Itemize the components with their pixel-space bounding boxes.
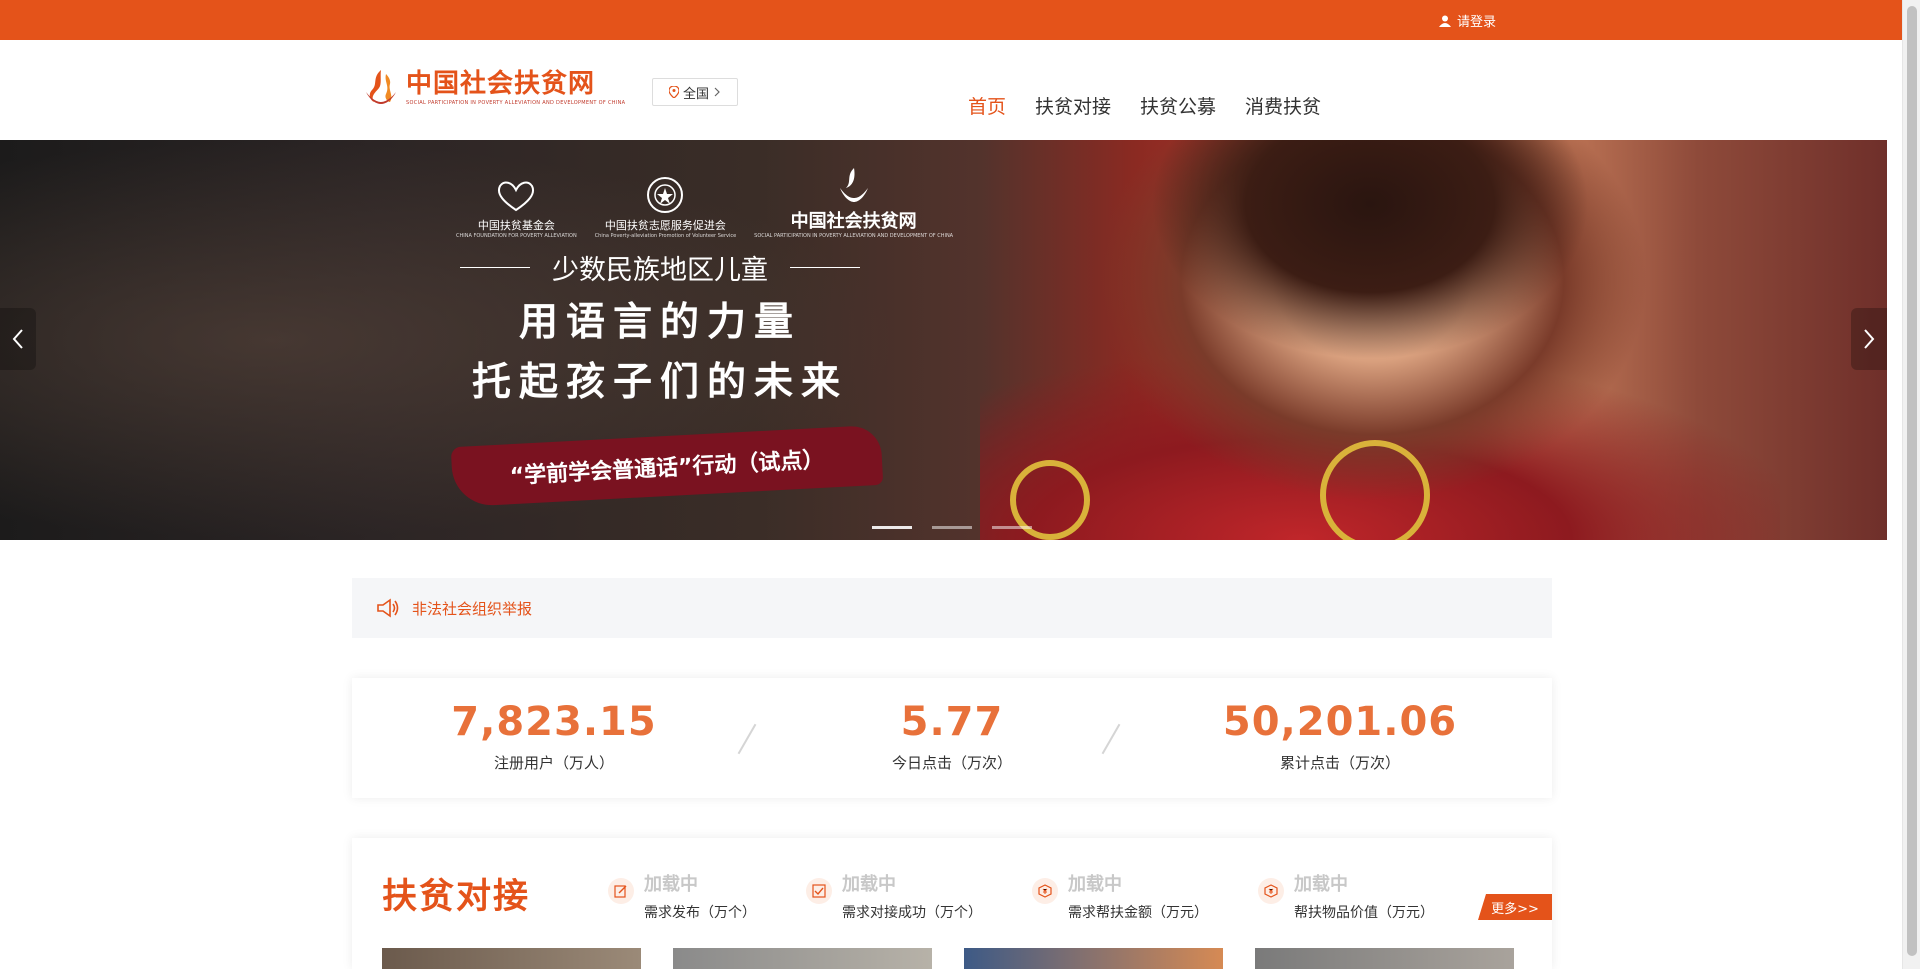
notice-bar: 非法社会组织举报 <box>352 578 1552 638</box>
stat-total-clicks: 50,201.06 累计点击（万次） <box>1160 698 1520 773</box>
hero-carousel[interactable]: 中国扶贫基金会 CHINA FOUNDATION FOR POVERTY ALL… <box>0 140 1887 540</box>
carousel-dot-1[interactable] <box>872 526 912 529</box>
more-button[interactable]: 更多>> <box>1478 894 1552 920</box>
page-scrollbar[interactable] <box>1902 0 1920 969</box>
poverty-matching-section: 扶贫对接 加载中需求发布（万个） 加载中需求对接成功（万个） 加载中需求帮扶金额… <box>352 838 1552 969</box>
banner-headline: 少数民族地区儿童 用语言的力量 托起孩子们的未来 <box>440 248 880 407</box>
stat-label: 累计点击（万次） <box>1279 754 1400 772</box>
org-logo-network: 中国社会扶贫网 SOCIAL PARTICIPATION IN POVERTY … <box>754 166 953 239</box>
campaign-text: “学前学会普通话”行动（试点） <box>509 447 826 490</box>
region-selector[interactable]: 全国 <box>652 78 738 106</box>
location-pin-icon <box>668 86 679 98</box>
stat-divider <box>737 723 757 755</box>
nav-poverty-matching[interactable]: 扶贫对接 <box>1035 92 1111 119</box>
project-thumbnail[interactable] <box>964 948 1223 969</box>
org-name: 中国社会扶贫网 <box>790 211 917 232</box>
stat-value: 7,823.15 <box>451 699 657 745</box>
site-logo[interactable]: 中国社会扶贫网 SOCIAL PARTICIPATION IN POVERTY … <box>360 66 625 108</box>
metric-label: 需求对接成功（万个） <box>842 905 982 921</box>
nav-home[interactable]: 首页 <box>968 92 1006 119</box>
org-logo-volunteer: 中国扶贫志愿服务促进会 China Poverty-alleviation Pr… <box>595 176 736 239</box>
flame-hands-logo-icon <box>366 70 396 104</box>
metric-label: 需求发布（万个） <box>644 905 756 921</box>
project-thumbnail[interactable] <box>382 948 641 969</box>
region-label: 全国 <box>682 86 709 102</box>
money-icon <box>1032 878 1058 904</box>
metric-demands-matched: 加载中需求对接成功（万个） <box>806 870 982 922</box>
stat-label: 今日点击（万次） <box>891 754 1012 772</box>
section-title: 扶贫对接 <box>382 877 531 917</box>
banner-line-2: 托起孩子们的未来 <box>471 359 848 405</box>
metric-aid-amount: 加载中需求帮扶金额（万元） <box>1032 870 1208 922</box>
metric-value: 加载中 <box>842 874 896 895</box>
round-seal-emblem-icon <box>647 177 684 213</box>
check-box-icon <box>806 878 832 904</box>
megaphone-icon <box>377 598 399 618</box>
metric-value: 加载中 <box>1068 874 1122 895</box>
org-subname: CHINA FOUNDATION FOR POVERTY ALLEVIATION <box>456 233 577 239</box>
logo-title: 中国社会扶贫网 <box>406 68 596 99</box>
metric-label: 需求帮扶金额（万元） <box>1068 905 1208 921</box>
chevron-left-icon <box>12 329 23 349</box>
carousel-dot-3[interactable] <box>992 526 1032 529</box>
top-bar: 请登录 <box>0 0 1902 40</box>
banner-subtitle: 少数民族地区儿童 <box>552 255 768 286</box>
org-subname: SOCIAL PARTICIPATION IN POVERTY ALLEVIAT… <box>754 233 954 239</box>
metric-goods-value: 加载中帮扶物品价值（万元） <box>1258 870 1434 922</box>
edit-icon <box>608 878 634 904</box>
stat-today-clicks: 5.77 今日点击（万次） <box>772 698 1132 773</box>
project-thumbnails <box>382 948 1514 969</box>
banner-line-1: 用语言的力量 <box>518 299 801 345</box>
robe-embroidery-decoration <box>1320 440 1430 540</box>
project-thumbnail[interactable] <box>1255 948 1514 969</box>
stat-value: 5.77 <box>900 699 1004 745</box>
heart-hands-emblem-icon <box>498 181 535 212</box>
main-nav: 首页 扶贫对接 扶贫公募 消费扶贫 <box>968 92 1321 119</box>
carousel-dot-2[interactable] <box>932 526 972 529</box>
carousel-next-button[interactable] <box>1851 308 1887 370</box>
metric-demands-published: 加载中需求发布（万个） <box>608 870 756 922</box>
statistics-panel: 7,823.15 注册用户（万人） 5.77 今日点击（万次） 50,201.0… <box>352 678 1552 798</box>
org-subname: China Poverty-alleviation Promotion of V… <box>594 233 737 239</box>
partner-logos: 中国扶贫基金会 CHINA FOUNDATION FOR POVERTY ALL… <box>456 166 953 239</box>
metric-value: 加载中 <box>1294 874 1348 895</box>
project-thumbnail[interactable] <box>673 948 932 969</box>
org-logo-foundation: 中国扶贫基金会 CHINA FOUNDATION FOR POVERTY ALL… <box>456 176 577 239</box>
org-name: 中国扶贫志愿服务促进会 <box>604 219 726 232</box>
nav-public-fundraising[interactable]: 扶贫公募 <box>1140 92 1216 119</box>
login-link[interactable]: 请登录 <box>1438 11 1496 30</box>
carousel-prev-button[interactable] <box>0 308 36 370</box>
stat-value: 50,201.06 <box>1222 699 1458 745</box>
flame-hands-emblem-icon <box>839 168 868 202</box>
site-header: 中国社会扶贫网 SOCIAL PARTICIPATION IN POVERTY … <box>0 40 1902 140</box>
chevron-right-icon <box>1864 329 1875 349</box>
banner-photo-hair <box>1150 140 1590 360</box>
chevron-right-icon <box>714 87 720 97</box>
login-label: 请登录 <box>1456 15 1496 30</box>
org-name: 中国扶贫基金会 <box>477 219 555 232</box>
nav-consumption-aid[interactable]: 消费扶贫 <box>1245 92 1321 119</box>
logo-subtitle: SOCIAL PARTICIPATION IN POVERTY ALLEVIAT… <box>406 99 626 106</box>
carousel-indicators <box>872 526 1032 529</box>
gift-icon <box>1258 878 1284 904</box>
stat-label: 注册用户（万人） <box>493 754 614 772</box>
stat-registered-users: 7,823.15 注册用户（万人） <box>374 698 734 773</box>
scrollbar-thumb[interactable] <box>1907 6 1917 956</box>
decorative-line <box>790 267 860 268</box>
illegal-org-report-link[interactable]: 非法社会组织举报 <box>412 598 532 619</box>
metric-label: 帮扶物品价值（万元） <box>1294 905 1434 921</box>
decorative-line <box>460 267 530 268</box>
user-icon <box>1438 15 1451 27</box>
metric-value: 加载中 <box>644 874 698 895</box>
